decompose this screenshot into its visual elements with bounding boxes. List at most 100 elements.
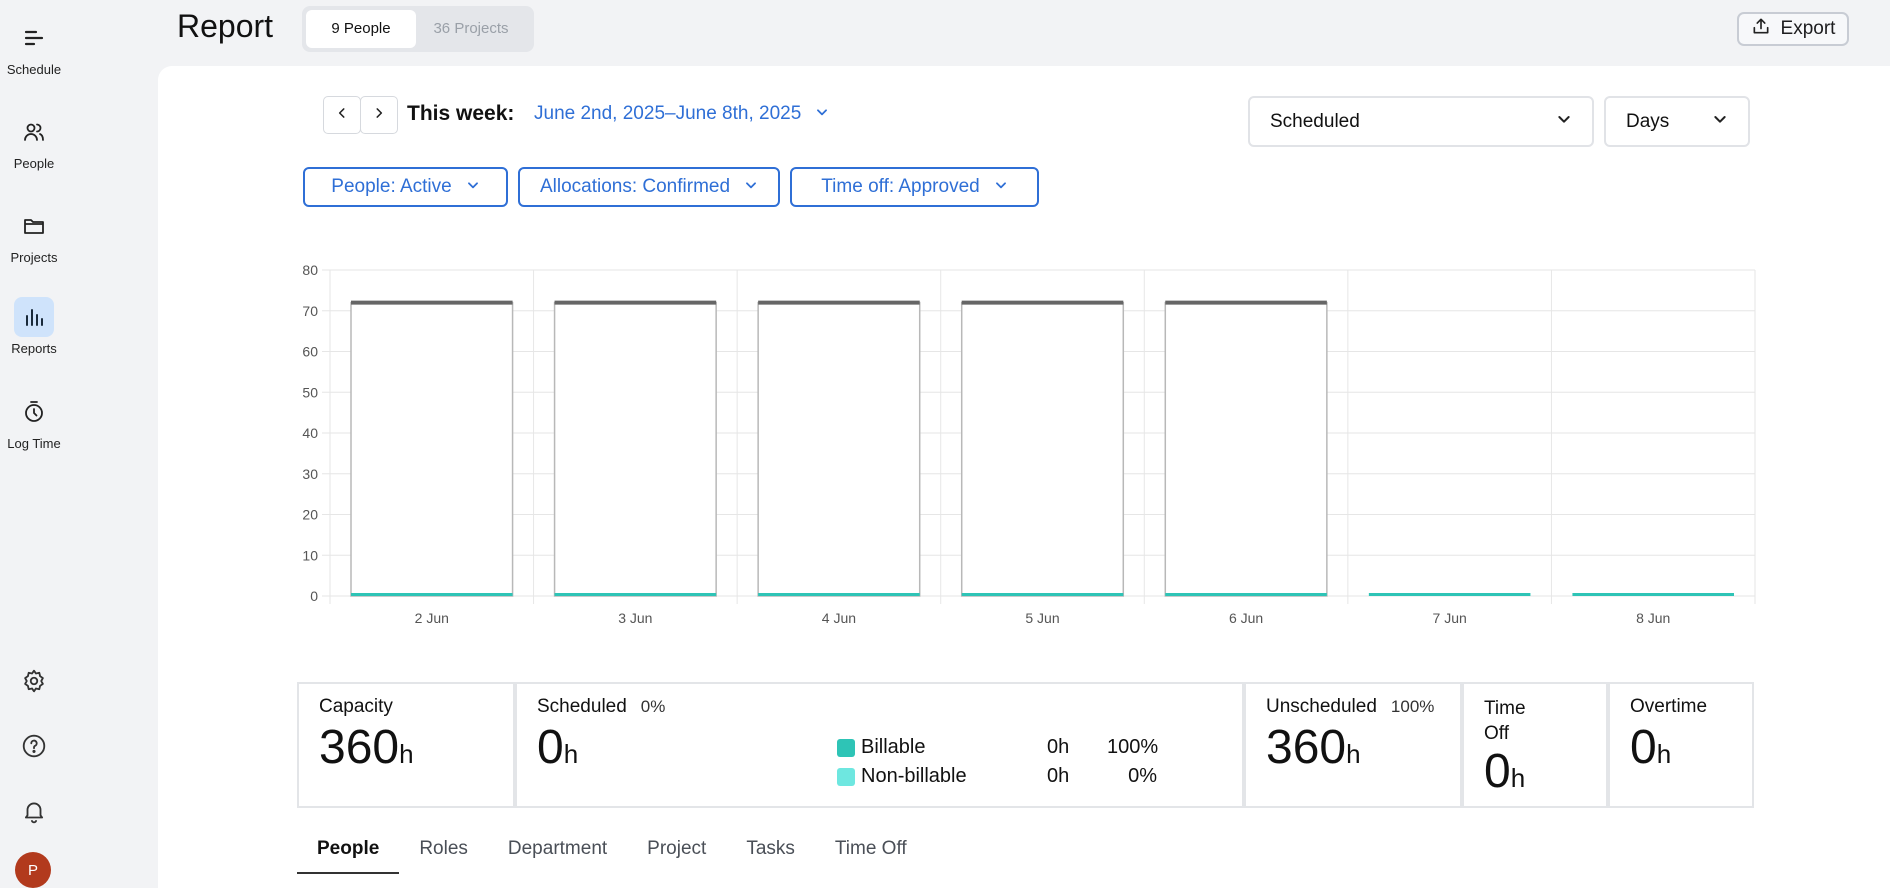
capacity-chart: 0 10 20 30 40 50 60 70 80 2 Jun 3 Jun 4 Jun 5 Jun 6 J… [302,262,1756,626]
tab-department[interactable]: Department [488,826,627,874]
scheduled-label: Scheduled [537,696,627,717]
tab-project[interactable]: Project [627,826,726,874]
tab-people[interactable]: People [297,826,400,874]
stat-unscheduled: Unscheduled 100% 360h [1244,682,1462,808]
chevron-down-icon [744,176,758,198]
people-icon [14,112,54,152]
tab-tasks[interactable]: Tasks [726,826,815,874]
billable-label: Billable [861,736,926,758]
scheduled-bar [554,593,717,596]
filter-people[interactable]: People: Active [303,167,508,207]
capacity-bar [553,301,717,597]
capacity-bar [350,301,514,597]
stat-capacity: Capacity 360h [297,682,515,808]
y-tick-label: 60 [302,344,318,360]
sidebar-item-people[interactable]: People [0,112,68,171]
time-off-value: 0h [1484,748,1586,796]
non-billable-hours: 0h [1047,765,1070,787]
y-tick-label: 70 [302,303,318,319]
filter-time-off[interactable]: Time off: Approved [790,167,1039,207]
week-range-text: June 2nd, 2025–June 8th, 2025 [534,103,802,124]
y-tick-label: 80 [302,262,318,278]
time-off-label-line1: Time [1484,698,1526,719]
unit-select-value: Days [1626,110,1670,132]
prev-week-button[interactable] [323,96,361,134]
stat-scheduled: Scheduled 0% 0h Billable 0h 100% Non-bill… [515,682,1244,808]
y-tick-label: 10 [302,547,318,563]
overtime-label: Overtime [1630,696,1708,717]
upload-icon [1751,16,1771,42]
y-tick-label: 40 [302,425,318,441]
scheduled-bar [758,593,920,596]
x-tick-label: 3 Jun [618,610,652,626]
bell-icon[interactable] [14,791,54,831]
overtime-value: 0h [1630,724,1732,772]
bar-chart-icon [14,297,54,337]
stopwatch-icon [14,392,54,432]
sidebar-item-schedule[interactable]: Schedule [0,18,68,77]
x-tick-label: 5 Jun [1025,610,1059,626]
time-off-unit: h [1510,763,1526,793]
x-tick-label: 6 Jun [1229,610,1263,626]
time-off-label: Time Off [1484,696,1586,746]
billable-swatch [837,738,855,757]
filter-people-label: People: Active [331,176,452,197]
time-off-label-line2: Off [1484,723,1509,744]
legend-non-billable: Non-billable 0h 0% [837,765,1157,788]
sidebar-item-label: Log Time [7,436,61,451]
chevron-down-icon [815,103,829,125]
capacity-value: 360h [319,724,493,772]
sidebar-item-label: Reports [11,341,57,356]
avatar[interactable]: P [15,852,51,888]
stat-overtime: Overtime 0h [1608,682,1754,808]
page-title: Report [177,8,274,44]
tab-roles[interactable]: Roles [399,826,488,874]
non-billable-pct: 0% [1128,765,1157,787]
unit-select[interactable]: Days [1604,96,1750,147]
stats-summary: Capacity 360h Scheduled 0% 0h Billable 0h… [297,682,1757,808]
chevron-down-icon [466,176,480,198]
capacity-bar [757,301,921,597]
schedule-icon [14,18,54,58]
stat-time-off: Time Off 0h [1462,682,1608,808]
filter-allocations[interactable]: Allocations: Confirmed [518,167,780,207]
unscheduled-number: 360 [1266,721,1347,774]
chevron-down-icon [1556,111,1572,133]
scheduled-bar [961,593,1124,596]
non-billable-label: Non-billable [861,765,967,787]
sidebar-item-reports[interactable]: Reports [0,297,68,356]
toggle-people[interactable]: 9 People [306,10,416,48]
unscheduled-pct: 100% [1390,697,1435,716]
time-off-number: 0 [1484,745,1511,798]
sidebar: Schedule People Projects Reports Log Tim… [0,0,158,888]
sidebar-item-label: People [13,156,55,171]
sidebar-item-log-time[interactable]: Log Time [0,392,68,451]
x-tick-label: 2 Jun [415,610,449,626]
unscheduled-unit: h [1346,739,1361,769]
help-icon[interactable] [14,726,54,766]
scheduled-bar [351,593,513,596]
metric-select[interactable]: Scheduled [1248,96,1594,147]
y-tick-label: 0 [310,588,318,604]
scheduled-bar [1572,593,1734,596]
settings-icon[interactable] [14,661,54,701]
unscheduled-value: 360h [1266,724,1440,772]
y-tick-label: 20 [302,507,318,523]
overtime-number: 0 [1630,721,1657,774]
tab-time-off[interactable]: Time Off [815,826,927,874]
chevron-down-icon [994,176,1008,198]
sidebar-item-projects[interactable]: Projects [0,206,68,265]
metric-select-value: Scheduled [1270,110,1360,132]
week-range-picker[interactable]: June 2nd, 2025–June 8th, 2025 [534,103,829,125]
capacity-bar [1164,301,1328,597]
capacity-label: Capacity [319,696,393,717]
scheduled-number: 0 [537,721,564,774]
export-button[interactable]: Export [1737,12,1849,46]
sidebar-item-label: Projects [10,250,58,265]
x-tick-label: 7 Jun [1433,610,1467,626]
toggle-projects[interactable]: 36 Projects [416,10,526,48]
billable-pct: 100% [1107,736,1159,758]
unscheduled-label: Unscheduled [1266,696,1377,717]
next-week-button[interactable] [360,96,398,134]
capacity-bar [960,301,1125,597]
